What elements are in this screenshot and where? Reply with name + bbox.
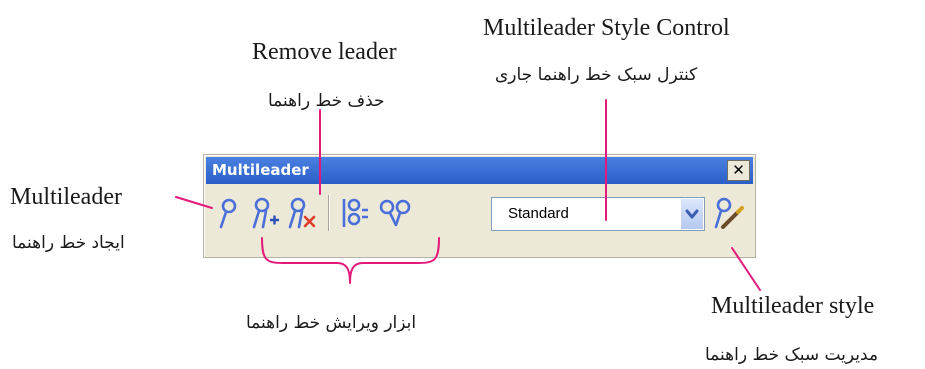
multileader-style-persian: مدیریت سبک خط راهنما <box>705 345 879 365</box>
remove-leader-persian: حذف خط راهنما <box>268 91 385 111</box>
add-leader-icon <box>252 197 279 229</box>
remove-leader-button[interactable] <box>283 193 319 233</box>
multileader-style-select[interactable]: Standard <box>491 197 705 231</box>
multileader-button[interactable] <box>212 193 248 233</box>
remove-leader-title: Remove leader <box>252 39 397 65</box>
multileader-style-button[interactable] <box>709 193 745 233</box>
style-control-persian: کنترل سبک خط راهنما جاری <box>495 65 698 85</box>
multileader-title: Multileader <box>10 184 122 210</box>
align-leaders-icon <box>342 198 368 227</box>
style-control-title: Multileader Style Control <box>483 15 730 41</box>
multileader-icon <box>219 198 237 229</box>
multileader-persian: ایجاد خط راهنما <box>12 233 125 253</box>
toolbar-title: Multileader <box>212 161 309 179</box>
toolbar-separator <box>328 195 330 231</box>
dropdown-arrow-icon <box>685 209 699 219</box>
collect-leaders-icon <box>379 199 411 227</box>
close-button[interactable]: ✕ <box>727 160 750 181</box>
add-leader-button[interactable] <box>247 193 283 233</box>
style-dropdown-button[interactable] <box>681 199 703 229</box>
remove-leader-icon <box>288 197 316 229</box>
align-leaders-button[interactable] <box>338 193 374 233</box>
multileader-toolbar: Multileader ✕ Standard <box>203 154 756 258</box>
style-select-value: Standard <box>508 205 569 222</box>
edit-tools-persian: ابزار ویرایش خط راهنما <box>246 313 417 333</box>
collect-leaders-button[interactable] <box>376 193 412 233</box>
multileader-style-icon <box>714 197 744 229</box>
toolbar-title-bar[interactable]: Multileader ✕ <box>206 157 753 184</box>
multileader-style-title: Multileader style <box>711 293 875 319</box>
close-icon: ✕ <box>732 161 745 179</box>
